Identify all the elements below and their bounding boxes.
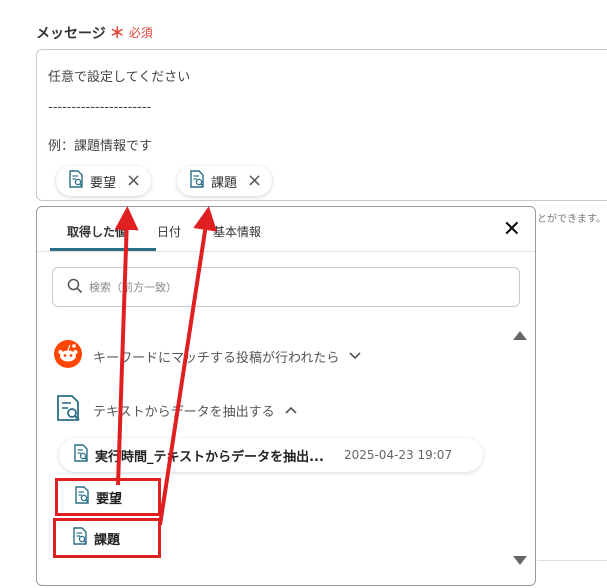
tab-bar: 取得した値 日付 基本情報 ✕ <box>37 207 535 252</box>
tab-basic-info[interactable]: 基本情報 <box>213 223 261 240</box>
document-search-icon <box>68 170 84 192</box>
close-icon[interactable]: × <box>126 172 141 190</box>
chip-kadai[interactable]: 課題 × <box>177 166 273 196</box>
chip-label: 要望 <box>90 175 117 191</box>
message-textarea[interactable]: 任意で設定してください ---------------------- 例：課題情… <box>36 49 607 201</box>
message-line-1: 任意で設定してください <box>48 70 191 85</box>
chip-label: 課題 <box>211 175 238 191</box>
hint-text: とができます。 <box>537 214 606 225</box>
chevron-down-icon <box>349 349 361 364</box>
field-label: メッセージ ＊ 必須 <box>36 22 153 43</box>
chevron-up-icon <box>285 403 297 418</box>
section-label: テキストからデータを抽出する <box>93 404 275 420</box>
value-item-label: 要望 <box>96 491 123 507</box>
document-search-icon <box>72 527 88 549</box>
tab-date[interactable]: 日付 <box>157 223 181 240</box>
document-search-icon <box>73 444 89 466</box>
reddit-icon <box>53 339 83 373</box>
search-input[interactable]: 検索（前方一致） <box>52 267 520 307</box>
tab-underline <box>50 248 156 251</box>
field-label-text: メッセージ <box>36 25 106 42</box>
close-icon[interactable]: ✕ <box>503 219 521 241</box>
result-name: 実行時間_テキストからデータを抽出... <box>95 449 324 465</box>
search-icon <box>67 278 83 297</box>
value-item-youbou[interactable]: 要望 <box>55 478 161 516</box>
message-line-2: ---------------------- <box>48 100 152 115</box>
search-placeholder: 検索（前方一致） <box>89 281 177 294</box>
result-row[interactable]: 実行時間_テキストからデータを抽出... 2025-04-23 19:07 <box>59 438 483 472</box>
value-item-kadai[interactable]: 課題 <box>53 518 161 558</box>
document-search-icon <box>189 170 205 192</box>
required-text: 必須 <box>128 26 153 40</box>
value-item-label: 課題 <box>94 532 121 548</box>
message-line-3: 例：課題情報です <box>48 139 153 154</box>
section-label: キーワードにマッチする投稿が行われたら <box>93 350 340 366</box>
chip-youbou[interactable]: 要望 × <box>56 166 152 196</box>
result-date: 2025-04-23 19:07 <box>343 448 453 462</box>
section-reddit-trigger[interactable]: キーワードにマッチする投稿が行われたら <box>53 339 361 373</box>
required-mark: ＊ <box>109 24 125 42</box>
right-divider <box>537 240 607 561</box>
scroll-down-arrow[interactable] <box>513 556 527 565</box>
document-search-icon <box>53 393 83 427</box>
close-icon[interactable]: × <box>247 172 262 190</box>
section-text-extract[interactable]: テキストからデータを抽出する <box>53 393 297 427</box>
tab-acquired-values[interactable]: 取得した値 <box>67 223 127 240</box>
scroll-up-arrow[interactable] <box>513 331 527 340</box>
document-search-icon <box>74 486 90 508</box>
value-picker-panel: 取得した値 日付 基本情報 ✕ 検索（前方一致） キーワードにマッチする投稿が行… <box>36 206 536 586</box>
